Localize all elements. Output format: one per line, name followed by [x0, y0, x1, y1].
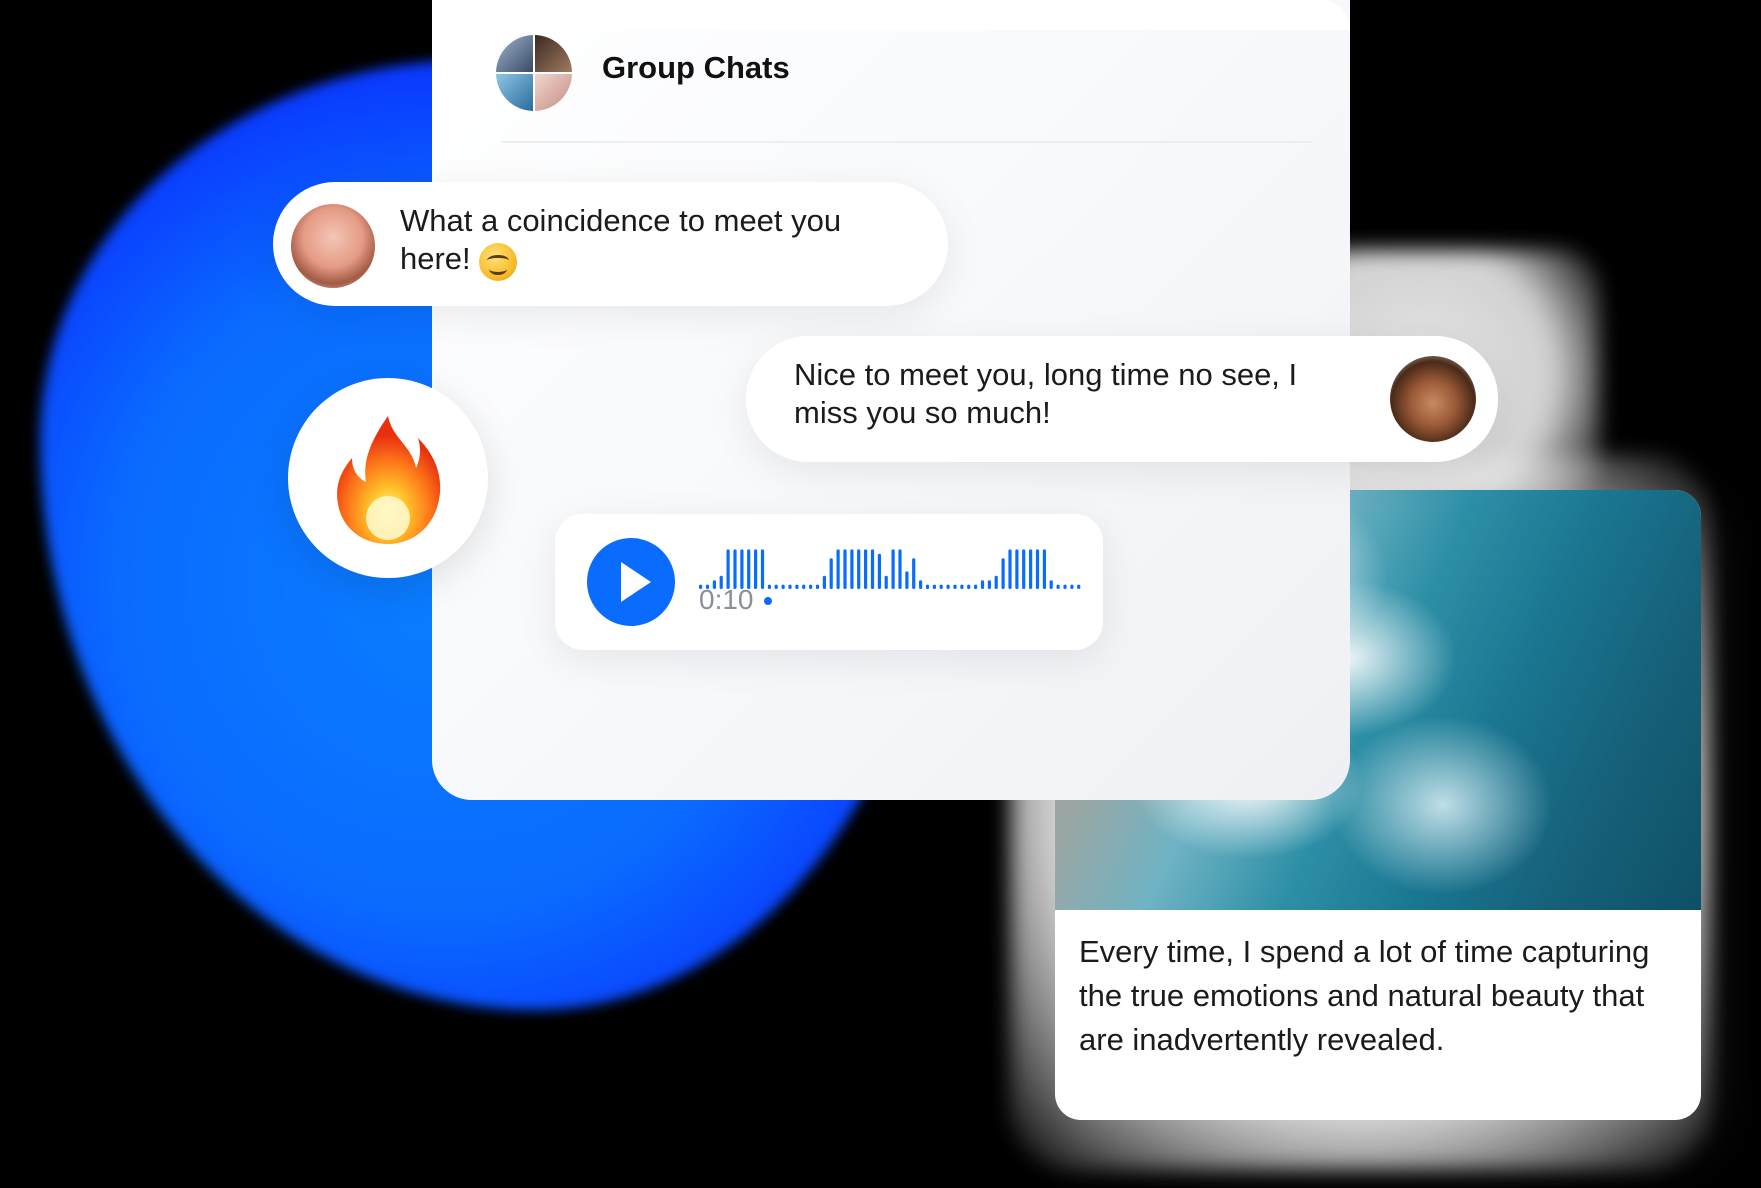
waveform-bar [1008, 549, 1012, 589]
waveform-bar [774, 584, 778, 589]
waveform-bar [788, 584, 792, 589]
waveform-bar [822, 575, 826, 589]
waveform-bar [857, 549, 861, 589]
waveform-bar [843, 549, 847, 589]
waveform-bar [1049, 580, 1053, 589]
waveform-bar [864, 549, 868, 589]
reaction-bubble[interactable] [288, 378, 488, 578]
message-text: Nice to meet you, long time no see, I mi… [794, 357, 1298, 430]
waveform-bar [1015, 549, 1019, 589]
waveform-bar [946, 584, 950, 589]
waveform-bar [953, 584, 957, 589]
waveform-bar [1001, 558, 1005, 589]
waveform-bar [850, 549, 854, 589]
waveform-bar [939, 584, 943, 589]
waveform-bar [836, 549, 840, 589]
group-avatar[interactable] [496, 35, 572, 111]
waveform-bar [877, 553, 881, 589]
avatar-tile [535, 35, 572, 72]
unplayed-dot [763, 597, 772, 605]
waveform-bar [815, 584, 820, 589]
waveform-bar [1063, 584, 1067, 589]
audio-duration: 0:10 [699, 584, 772, 616]
panel-top [432, 0, 1350, 30]
waveform-bar [1035, 549, 1040, 589]
play-icon[interactable] [587, 538, 675, 626]
smiling-face-emoji-icon [478, 243, 517, 281]
waveform-bar [932, 584, 936, 589]
waveform-bar [802, 584, 806, 589]
waveform-bar [829, 558, 833, 589]
avatar-tile [535, 74, 572, 111]
fire-icon [337, 416, 441, 544]
waveform-bar [987, 580, 991, 589]
waveform-bar [960, 584, 964, 589]
avatar-tile [496, 74, 533, 111]
avatar-tile [496, 35, 533, 72]
avatar[interactable] [291, 204, 375, 288]
waveform-bar [967, 584, 971, 589]
audio-duration-text: 0:10 [699, 584, 754, 615]
waveform-bar [795, 584, 799, 589]
waveform-bar [925, 584, 930, 589]
waveform-bar [809, 584, 813, 589]
message-bubble-outgoing[interactable]: Nice to meet you, long time no see, I mi… [746, 336, 1498, 462]
waveform-bar [1042, 549, 1046, 589]
waveform-bar [891, 549, 895, 589]
message-text-content: What a coincidence to meet you here! [400, 203, 842, 276]
waveform-bar [905, 571, 909, 589]
waveform-bar [912, 558, 916, 589]
waveform-bar [870, 549, 875, 589]
chat-title: Group Chats [602, 50, 790, 85]
waveform-bar [994, 575, 998, 589]
message-text: What a coincidence to meet you here! [400, 202, 920, 281]
waveform-bar [1070, 584, 1074, 589]
waveform-bar [1029, 549, 1033, 589]
message-bubble-incoming[interactable]: What a coincidence to meet you here! [273, 182, 948, 306]
waveform-bar [974, 584, 978, 589]
waveform-bar [980, 580, 985, 589]
voice-message[interactable]: 0:10 [555, 514, 1103, 650]
waveform-bar [781, 584, 785, 589]
waveform-bar [898, 549, 902, 589]
avatar[interactable] [1390, 356, 1476, 442]
waveform-bar [1022, 549, 1026, 589]
waveform-bar [1056, 584, 1060, 589]
waveform-bar [1077, 584, 1081, 589]
photo-caption: Every time, I spend a lot of time captur… [1079, 934, 1650, 1057]
header-divider [502, 141, 1312, 143]
waveform-bar [919, 580, 923, 589]
waveform-bar [884, 575, 888, 589]
